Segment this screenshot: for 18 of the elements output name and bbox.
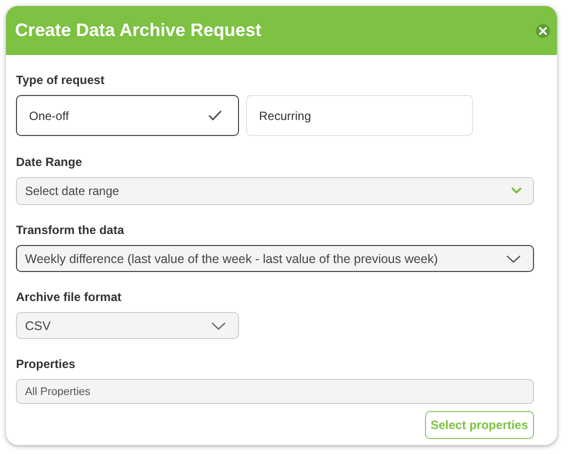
file-format-dropdown[interactable]: CSV [16,312,239,339]
request-type-option[interactable]: Recurring [246,95,473,136]
field-label: Transform the data [16,223,124,237]
chevron-down-icon [211,322,226,330]
dialog-title: Create Data Archive Request [15,20,262,41]
date-range-dropdown[interactable]: Select date range [16,177,534,205]
transform-dropdown[interactable]: Weekly difference (last value of the week - last value of the previous week) [16,245,534,272]
close-icon [539,26,547,34]
request-type-option[interactable]: One-off [16,95,239,136]
chevron-down-icon [511,187,522,194]
field-label: Properties [16,357,76,371]
close-button[interactable] [536,24,550,38]
field-label: Archive file format [16,290,122,304]
field-label: Date Range [16,155,82,169]
properties-field[interactable]: All Properties [16,379,534,404]
chevron-down-icon [506,254,521,262]
checkmark-icon [208,110,222,121]
field-label: Type of request [16,73,104,87]
